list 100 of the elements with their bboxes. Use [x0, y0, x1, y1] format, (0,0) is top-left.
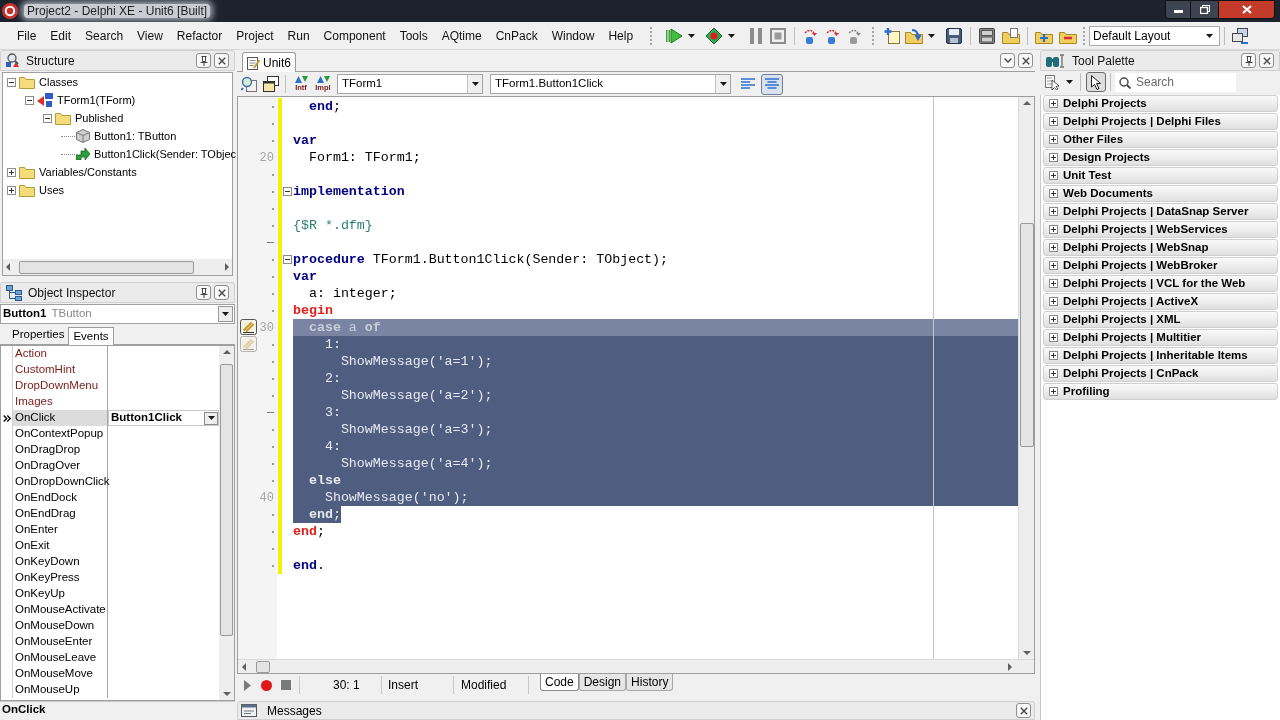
search-field[interactable]: Search [1115, 72, 1236, 92]
event-name[interactable]: OnClick [13, 410, 108, 426]
event-name[interactable]: CustomHint [13, 362, 108, 378]
tab-list-button[interactable] [1000, 53, 1015, 68]
event-name[interactable]: OnMouseMove [13, 666, 108, 682]
close-button[interactable] [1259, 53, 1274, 68]
category-header[interactable]: Delphi Projects | XML [1043, 311, 1278, 328]
event-name[interactable]: Action [13, 346, 108, 362]
vertical-scrollbar[interactable] [219, 346, 234, 700]
event-name[interactable]: OnEndDock [13, 490, 108, 506]
event-name[interactable]: OnEndDrag [13, 506, 108, 522]
dash-icon [267, 242, 274, 243]
event-name[interactable]: OnContextPopup [13, 426, 108, 442]
pencil-box-icon [240, 319, 257, 335]
restore-button[interactable] [1191, 0, 1218, 19]
object-selector[interactable]: Button1 TButton [0, 304, 235, 324]
event-name[interactable]: OnExit [13, 538, 108, 554]
layout-dropdown[interactable]: Default Layout [1089, 25, 1220, 46]
category-header[interactable]: Delphi Projects | Multitier [1043, 329, 1278, 346]
event-name[interactable]: OnKeyPress [13, 570, 108, 586]
event-name[interactable]: OnKeyUp [13, 586, 108, 602]
tree-item[interactable]: Uses [39, 183, 65, 197]
tree-item[interactable]: Button1: TButton [94, 129, 177, 143]
tree-item[interactable]: Button1Click(Sender: TObjec [94, 147, 237, 161]
menu-item[interactable]: Tools [392, 24, 435, 47]
event-name[interactable]: OnKeyDown [13, 554, 108, 570]
horizontal-scrollbar[interactable] [3, 259, 232, 275]
pointer-button[interactable] [1086, 72, 1106, 92]
menu-item[interactable]: CnPack [488, 24, 545, 47]
event-name[interactable]: OnEnter [13, 522, 108, 538]
menu-item[interactable]: Search [78, 24, 131, 47]
category-header[interactable]: Design Projects [1043, 149, 1278, 166]
menu-item[interactable]: AQtime [434, 24, 489, 47]
inspector-tab[interactable]: Events [68, 327, 114, 345]
category-header[interactable]: Profiling [1043, 383, 1278, 400]
pause-icon [750, 27, 762, 44]
scrollbar-thumb[interactable] [1019, 223, 1034, 447]
category-header[interactable]: Delphi Projects | WebSnap [1043, 239, 1278, 256]
tree-item[interactable]: Classes [39, 75, 79, 89]
event-name[interactable]: OnDragDrop [13, 442, 108, 458]
event-name[interactable]: OnMouseLeave [13, 650, 108, 666]
event-name[interactable]: OnDropDownClick [13, 474, 108, 490]
scrollbar-thumb[interactable] [220, 364, 233, 636]
pin-button[interactable] [196, 285, 211, 300]
tree-item[interactable]: TForm1(TForm) [57, 93, 136, 107]
class-dropdown[interactable]: TForm1 [337, 74, 483, 94]
menu-item[interactable]: Window [544, 24, 602, 47]
menu-item[interactable]: Refactor [169, 24, 230, 47]
view-tab[interactable]: Design [578, 674, 627, 691]
close-button[interactable] [214, 285, 229, 300]
category-header[interactable]: Delphi Projects | Delphi Files [1043, 113, 1278, 130]
tree-item[interactable]: Published [75, 111, 124, 125]
event-name[interactable]: OnMouseActivate [13, 602, 108, 618]
category-header[interactable]: Delphi Projects | DataSnap Server [1043, 203, 1278, 220]
menu-item[interactable]: Component [316, 24, 393, 47]
editor-tab[interactable]: Unit6 [242, 52, 296, 72]
category-header[interactable]: Delphi Projects | VCL for the Web [1043, 275, 1278, 292]
category-header[interactable]: Delphi Projects [1043, 95, 1278, 112]
close-button[interactable] [214, 53, 229, 68]
menu-item[interactable]: View [130, 24, 170, 47]
inspector-tab[interactable]: Properties [8, 326, 69, 344]
menu-item[interactable]: Project [229, 24, 281, 47]
event-name[interactable]: OnMouseEnter [13, 634, 108, 650]
play-button[interactable] [241, 677, 253, 693]
stop-button[interactable] [279, 677, 293, 693]
scrollbar-thumb[interactable] [19, 260, 194, 274]
close-button[interactable] [1016, 703, 1031, 718]
close-window-button[interactable] [1218, 0, 1275, 19]
minimize-button[interactable] [1165, 0, 1191, 19]
pin-button[interactable] [1241, 53, 1256, 68]
event-name[interactable]: OnMouseDown [13, 618, 108, 634]
horizontal-scrollbar[interactable] [238, 659, 1034, 673]
view-tab[interactable]: History [626, 674, 674, 691]
tree-item[interactable]: Variables/Constants [39, 165, 137, 179]
category-header[interactable]: Delphi Projects | CnPack [1043, 365, 1278, 382]
vertical-scrollbar[interactable] [1018, 97, 1034, 659]
view-tab[interactable]: Code [540, 674, 579, 691]
menu-item[interactable]: Edit [43, 24, 79, 47]
scrollbar-thumb[interactable] [256, 660, 270, 673]
category-header[interactable]: Delphi Projects | WebBroker [1043, 257, 1278, 274]
menu-item[interactable]: File [10, 24, 44, 47]
category-header[interactable]: Unit Test [1043, 167, 1278, 184]
pin-button[interactable] [196, 53, 211, 68]
menu-item[interactable]: Help [601, 24, 641, 47]
shapes-icon [37, 93, 53, 107]
event-handler-field[interactable]: Button1Click [108, 410, 219, 426]
category-header[interactable]: Other Files [1043, 131, 1278, 148]
category-header[interactable]: Delphi Projects | WebServices [1043, 221, 1278, 238]
event-name[interactable]: DropDownMenu [13, 378, 108, 394]
category-header[interactable]: Delphi Projects | Inheritable Items [1043, 347, 1278, 364]
category-header[interactable]: Delphi Projects | ActiveX [1043, 293, 1278, 310]
event-name[interactable]: OnMouseUp [13, 682, 108, 698]
menu-item[interactable]: Run [280, 24, 317, 47]
record-button[interactable] [259, 677, 273, 693]
close-button[interactable] [1018, 53, 1033, 68]
event-name[interactable]: OnDragOver [13, 458, 108, 474]
categories-button[interactable] [1043, 72, 1075, 92]
category-header[interactable]: Web Documents [1043, 185, 1278, 202]
method-dropdown[interactable]: TForm1.Button1Click [490, 74, 731, 94]
toolbar-button[interactable] [261, 73, 281, 95]
